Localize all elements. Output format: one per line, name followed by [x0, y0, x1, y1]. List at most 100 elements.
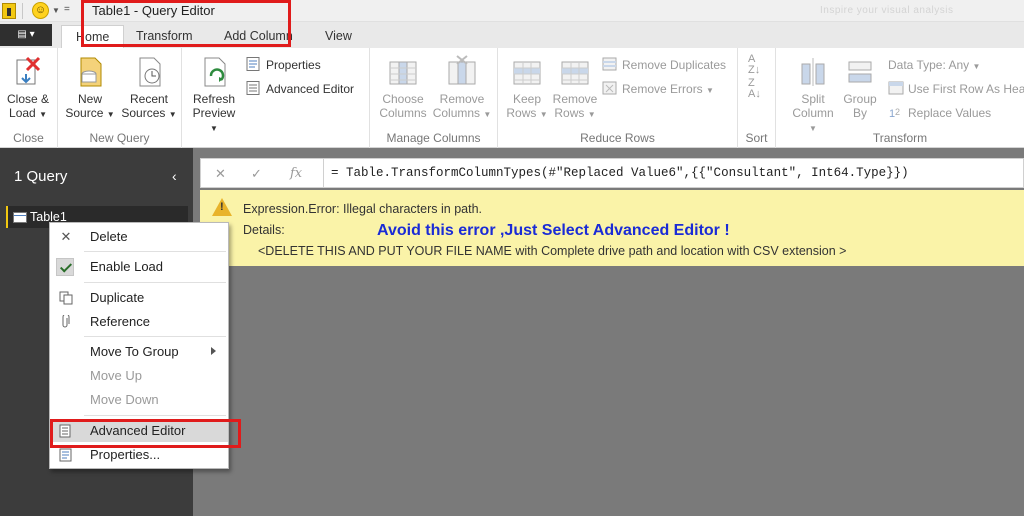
recent-sources-label-2: Sources	[121, 106, 166, 120]
remove-duplicates-button[interactable]: Remove Duplicates	[602, 57, 726, 73]
remove-columns-icon	[447, 54, 477, 88]
group-reduce-rows: Keep Rows ▼ Remove Rows ▼ Remove Duplica…	[498, 48, 738, 148]
group-label-manage-columns: Manage Columns	[386, 131, 481, 145]
svg-text:2: 2	[895, 107, 900, 117]
smile-feedback-icon[interactable]: ☺	[32, 2, 49, 19]
submenu-arrow-icon	[211, 347, 216, 355]
keep-rows-button[interactable]: Keep Rows ▼	[504, 54, 550, 122]
error-detail-text: <DELETE THIS AND PUT YOUR FILE NAME with…	[258, 244, 847, 258]
split-column-label-2: Column	[792, 106, 834, 120]
remove-columns-button[interactable]: Remove Columns ▼	[432, 54, 492, 122]
menu-item-reference[interactable]: Reference	[50, 311, 228, 333]
group-by-button[interactable]: Group By	[838, 54, 882, 120]
formula-input[interactable]: = Table.TransformColumnTypes(#"Replaced …	[331, 166, 909, 180]
group-label-reduce-rows: Reduce Rows	[580, 131, 655, 145]
cancel-formula-icon[interactable]: ✕	[215, 166, 226, 182]
choose-columns-button[interactable]: Choose Columns	[374, 54, 432, 120]
menu-item-move-up[interactable]: Move Up	[50, 365, 228, 387]
advanced-editor-highlight-box	[50, 419, 241, 448]
replace-values-label: Replace Values	[908, 106, 992, 120]
menu-item-delete[interactable]: ✕ Delete	[50, 226, 228, 248]
commit-formula-icon[interactable]: ✓	[251, 166, 262, 182]
menu-item-duplicate[interactable]: Duplicate	[50, 287, 228, 309]
formula-bar: ✕ ✓ fx = Table.TransformColumnTypes(#"Re…	[200, 158, 1024, 188]
group-label-new-query: New Query	[89, 131, 150, 145]
group-label-sort: Sort	[745, 131, 768, 145]
menu-label-enable-load: Enable Load	[90, 259, 164, 274]
remove-rows-button[interactable]: Remove Rows ▼	[550, 54, 600, 122]
split-column-button[interactable]: Split Column ▼	[788, 54, 838, 136]
remove-columns-label-2: Columns	[432, 106, 481, 120]
qat-menu-icon[interactable]: =	[64, 4, 70, 15]
formula-divider	[323, 159, 324, 187]
choose-columns-icon	[388, 54, 418, 88]
replace-values-icon: 12	[888, 105, 904, 120]
ribbon-advanced-editor-button[interactable]: Advanced Editor	[246, 81, 354, 97]
keep-rows-icon	[512, 54, 542, 88]
new-source-icon	[75, 54, 105, 88]
duplicate-icon	[58, 291, 74, 305]
refresh-icon	[199, 54, 229, 88]
choose-columns-label-1: Choose	[382, 92, 424, 106]
error-details-label: Details:	[243, 223, 285, 237]
group-transform: Split Column ▼ Group By Data Type: Any ▼…	[776, 48, 1024, 148]
menu-label-properties: Properties...	[90, 447, 161, 462]
menu-item-move-to-group[interactable]: Move To Group	[50, 341, 228, 363]
use-first-row-label: Use First Row As Hea	[908, 82, 1024, 96]
title-highlight-box	[81, 0, 291, 47]
table-icon	[13, 212, 27, 223]
close-load-label-1: Close &	[6, 92, 50, 106]
remove-errors-button[interactable]: Remove Errors ▼	[602, 81, 714, 99]
group-close: Close & Load ▼ Close	[0, 48, 58, 148]
group-label-close: Close	[13, 131, 44, 145]
fx-icon[interactable]: fx	[290, 166, 302, 181]
group-by-icon	[845, 54, 875, 88]
menu-label-delete: Delete	[90, 229, 128, 244]
advanced-editor-icon	[246, 81, 262, 95]
new-source-button[interactable]: New Source ▼	[64, 54, 116, 122]
group-sort: A Z↓ Z A↓ Sort	[738, 48, 776, 148]
new-source-label-1: New	[77, 92, 102, 106]
data-type-dropdown[interactable]: Data Type: Any ▼	[888, 57, 980, 75]
enable-load-check-icon	[56, 258, 74, 276]
menu-item-move-down[interactable]: Move Down	[50, 389, 228, 411]
power-bi-icon	[2, 3, 16, 19]
sort-descending-button[interactable]: Z A↓	[748, 78, 761, 100]
group-query: Refresh Preview ▼ Properties Advanced Ed…	[182, 48, 370, 148]
close-load-button[interactable]: Close & Load ▼	[4, 54, 52, 122]
tab-view[interactable]: View	[311, 25, 366, 48]
sort-ascending-button[interactable]: A Z↓	[748, 54, 760, 76]
recent-sources-button[interactable]: Recent Sources ▼	[120, 54, 178, 122]
delete-icon: ✕	[60, 229, 72, 244]
ribbon: Close & Load ▼ Close New Source ▼ Recent…	[0, 48, 1024, 148]
menu-label-move-up: Move Up	[90, 368, 143, 383]
paperclip-icon	[58, 313, 74, 329]
menu-separator	[84, 282, 226, 283]
use-first-row-button[interactable]: Use First Row As Hea	[888, 81, 1024, 97]
menu-item-enable-load[interactable]: Enable Load	[50, 256, 228, 278]
group-manage-columns: Choose Columns Remove Columns ▼ Manage C…	[370, 48, 498, 148]
annotation-text: Avoid this error ,Just Select Advanced E…	[377, 222, 730, 239]
remove-duplicates-icon	[602, 57, 618, 71]
properties-button[interactable]: Properties	[246, 57, 321, 73]
faded-title-text: Inspire your visual analysis	[820, 5, 954, 16]
file-menu-button[interactable]: ▤ ▾	[0, 24, 52, 46]
new-source-label-2: Source	[65, 106, 104, 120]
collapse-pane-icon[interactable]: ‹	[172, 168, 177, 184]
menu-label-move-down: Move Down	[90, 392, 159, 407]
keep-rows-label-1: Keep	[512, 92, 542, 106]
remove-rows-label-1: Remove	[552, 92, 598, 106]
menu-separator	[84, 336, 226, 337]
group-new-query: New Source ▼ Recent Sources ▼ New Query	[58, 48, 182, 148]
error-message: Expression.Error: Illegal characters in …	[243, 202, 482, 216]
close-load-label-2: Load	[9, 106, 36, 120]
replace-values-button[interactable]: 1 2 Replace Values	[888, 105, 991, 121]
keep-rows-label-2: Rows	[506, 106, 537, 120]
split-column-icon	[798, 54, 828, 88]
choose-columns-label-2: Columns	[379, 106, 427, 120]
properties-menu-icon	[58, 448, 74, 462]
qat-dropdown-icon[interactable]: ▼	[52, 6, 60, 15]
refresh-preview-button[interactable]: Refresh Preview ▼	[188, 54, 240, 136]
data-type-label: Data Type: Any	[888, 58, 970, 72]
group-by-label-2: By	[852, 106, 867, 120]
